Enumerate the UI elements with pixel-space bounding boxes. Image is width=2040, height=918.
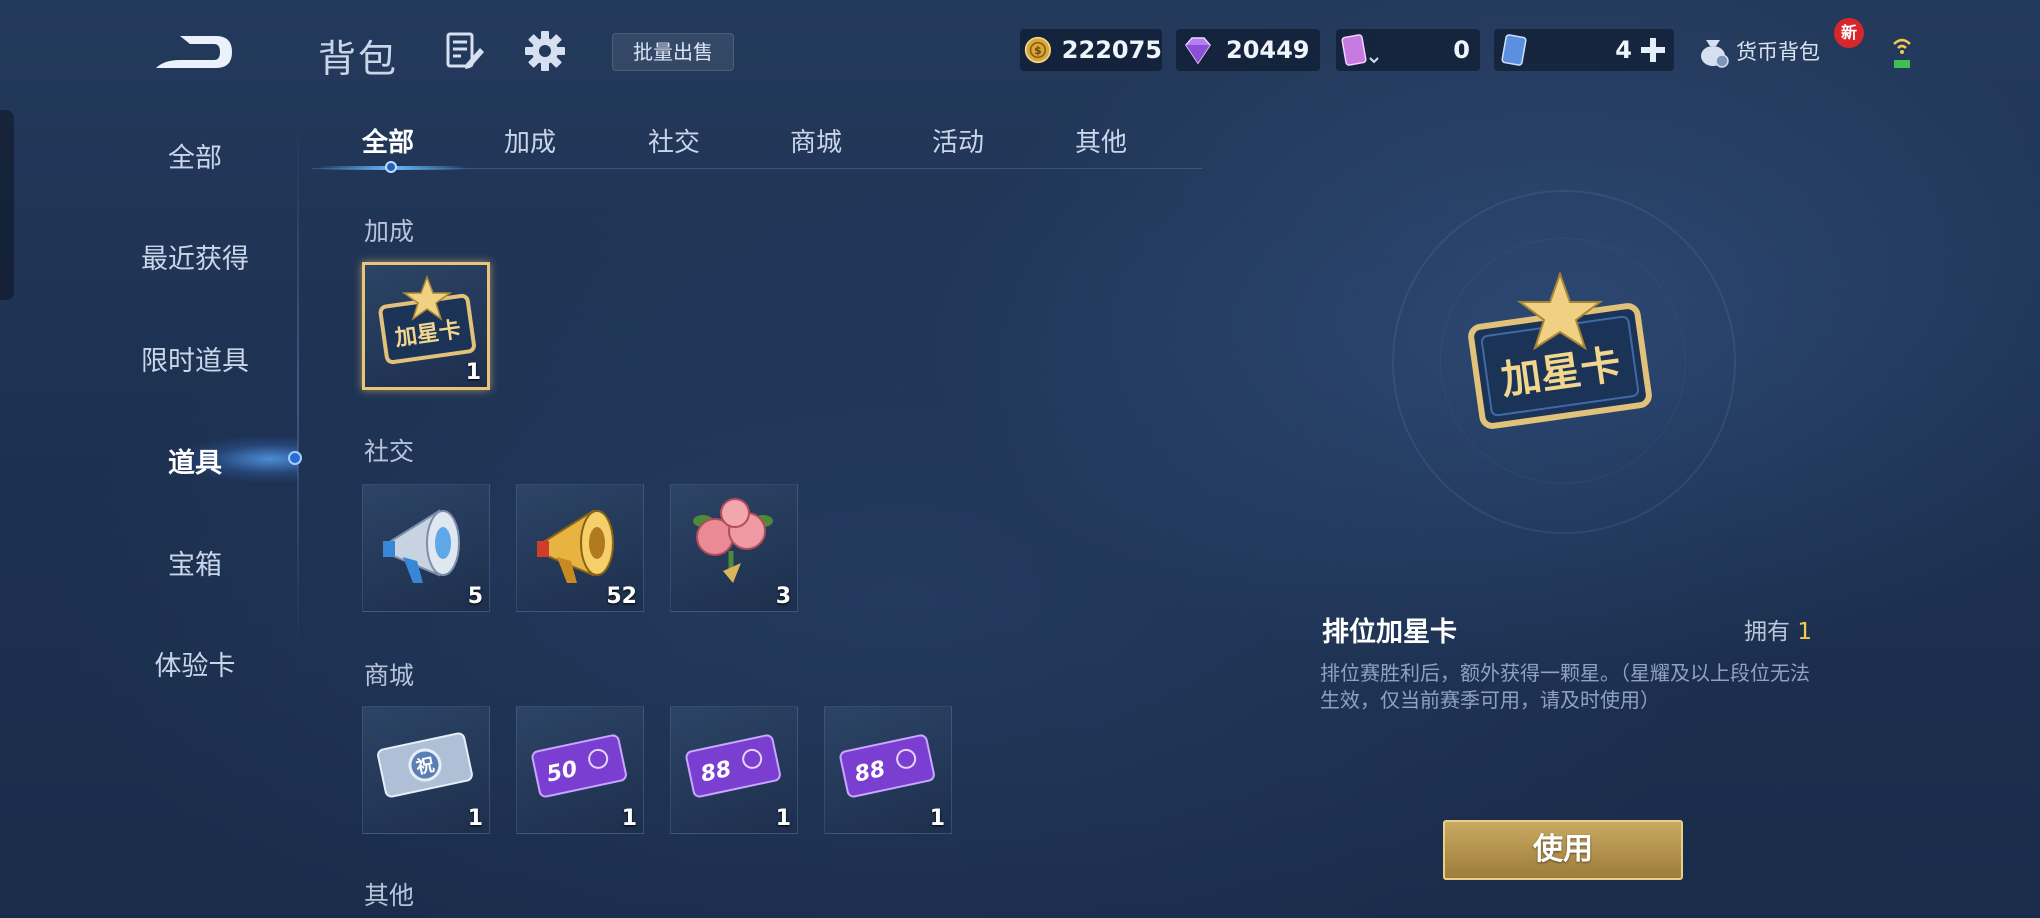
item-slot-star-card[interactable]: 加星卡 1 bbox=[362, 262, 490, 390]
sidebar-item-chest[interactable]: 宝箱 bbox=[100, 543, 290, 582]
nav-active-indicator bbox=[288, 451, 302, 465]
tab-boost[interactable]: 加成 bbox=[504, 122, 556, 159]
sidebar-item-limited[interactable]: 限时道具 bbox=[100, 339, 290, 378]
nav-divider bbox=[297, 120, 299, 660]
silver-coupon-icon: 祝 bbox=[377, 732, 473, 798]
use-button[interactable]: 使用 bbox=[1443, 820, 1683, 880]
new-badge: 新 bbox=[1834, 18, 1864, 48]
page-title: 背包 bbox=[318, 37, 399, 81]
purple-coupon-88-icon: 88 bbox=[685, 734, 781, 798]
gold-coin-icon: $ bbox=[1024, 36, 1051, 64]
purple-coupon-50-icon: 50 bbox=[531, 734, 627, 798]
gold-megaphone-icon bbox=[537, 509, 614, 583]
gem-value: 20449 bbox=[1226, 36, 1310, 64]
item-slot-silver-coupon[interactable]: 祝 1 bbox=[362, 706, 490, 834]
item-slot-silver-megaphone[interactable]: 5 bbox=[362, 484, 490, 612]
money-bag-icon bbox=[1701, 40, 1729, 68]
card-a-value: 0 bbox=[1453, 36, 1470, 64]
bulk-sell-button[interactable]: 批量出售 bbox=[612, 33, 734, 71]
purple-coupon-88-icon: 88 bbox=[839, 734, 935, 798]
section-label-mall: 商城 bbox=[364, 661, 415, 690]
sidebar-item-props[interactable]: 道具 bbox=[100, 441, 290, 480]
rose-bouquet-icon bbox=[693, 498, 773, 583]
detail-item-image: 加星卡 bbox=[1460, 270, 1660, 434]
section-label-boost: 加成 bbox=[364, 217, 415, 246]
sidebar-item-all[interactable]: 全部 bbox=[100, 136, 290, 175]
owned-count: 1 bbox=[1797, 619, 1812, 645]
gem-balance: 20449 bbox=[1176, 29, 1320, 71]
detail-description: 排位赛胜利后，额外获得一颗星。（星耀及以上段位无法生效，仅当前赛季可用，请及时使… bbox=[1320, 661, 1810, 712]
edit-button[interactable] bbox=[444, 30, 486, 72]
owned-label: 拥有 bbox=[1744, 619, 1790, 645]
star-card-icon: 加星卡 bbox=[1468, 271, 1652, 429]
detail-owned: 拥有 1 bbox=[1744, 612, 1812, 646]
coin-value: 222075 bbox=[1061, 36, 1162, 64]
currency-wallet-button[interactable]: 货币背包 bbox=[1696, 30, 1846, 72]
section-label-other: 其他 bbox=[364, 881, 415, 910]
silver-megaphone-icon bbox=[383, 509, 460, 583]
tab-all[interactable]: 全部 bbox=[362, 122, 414, 159]
star-card-icon: 加星卡 bbox=[378, 274, 476, 365]
wallet-label: 货币背包 bbox=[1736, 40, 1820, 64]
item-count: 52 bbox=[606, 584, 637, 609]
back-arrow-icon bbox=[156, 36, 232, 68]
svg-text:$: $ bbox=[1034, 44, 1041, 57]
section-label-social: 社交 bbox=[364, 437, 415, 466]
card-b-value: 4 bbox=[1615, 36, 1632, 64]
purple-card-icon bbox=[1341, 34, 1379, 66]
tab-social[interactable]: 社交 bbox=[648, 122, 700, 159]
tab-mall[interactable]: 商城 bbox=[790, 122, 842, 159]
settings-button[interactable] bbox=[524, 30, 566, 72]
card-b-balance: 4 bbox=[1494, 29, 1674, 71]
gear-icon bbox=[525, 31, 565, 71]
back-button[interactable] bbox=[150, 30, 240, 74]
purple-gem-icon bbox=[1185, 37, 1211, 65]
blue-card-icon bbox=[1501, 34, 1527, 66]
sidebar-item-trial-card[interactable]: 体验卡 bbox=[100, 644, 290, 683]
tab-event[interactable]: 活动 bbox=[932, 122, 984, 159]
detail-item-name: 排位加星卡 bbox=[1322, 617, 1457, 648]
item-count: 1 bbox=[467, 806, 483, 831]
item-count: 1 bbox=[465, 360, 481, 385]
item-slot-coupon-88-a[interactable]: 88 1 bbox=[670, 706, 798, 834]
coin-balance: $ 222075 bbox=[1020, 29, 1162, 71]
sidebar-item-recent[interactable]: 最近获得 bbox=[100, 237, 290, 276]
item-count: 5 bbox=[467, 584, 483, 609]
edit-note-icon bbox=[446, 32, 484, 69]
item-count: 3 bbox=[775, 584, 791, 609]
tab-other[interactable]: 其他 bbox=[1075, 122, 1127, 159]
item-count: 1 bbox=[621, 806, 637, 831]
network-status-icon bbox=[1890, 34, 1914, 70]
item-slot-gold-megaphone[interactable]: 52 bbox=[516, 484, 644, 612]
tab-active-dot bbox=[385, 161, 397, 173]
item-slot-coupon-50[interactable]: 50 1 bbox=[516, 706, 644, 834]
item-slot-rose-bouquet[interactable]: 3 bbox=[670, 484, 798, 612]
item-slot-coupon-88-b[interactable]: 88 1 bbox=[824, 706, 952, 834]
item-count: 1 bbox=[929, 806, 945, 831]
item-count: 1 bbox=[775, 806, 791, 831]
card-a-balance: 0 bbox=[1336, 29, 1480, 71]
plus-icon[interactable] bbox=[1638, 35, 1668, 65]
side-handle bbox=[0, 110, 14, 300]
